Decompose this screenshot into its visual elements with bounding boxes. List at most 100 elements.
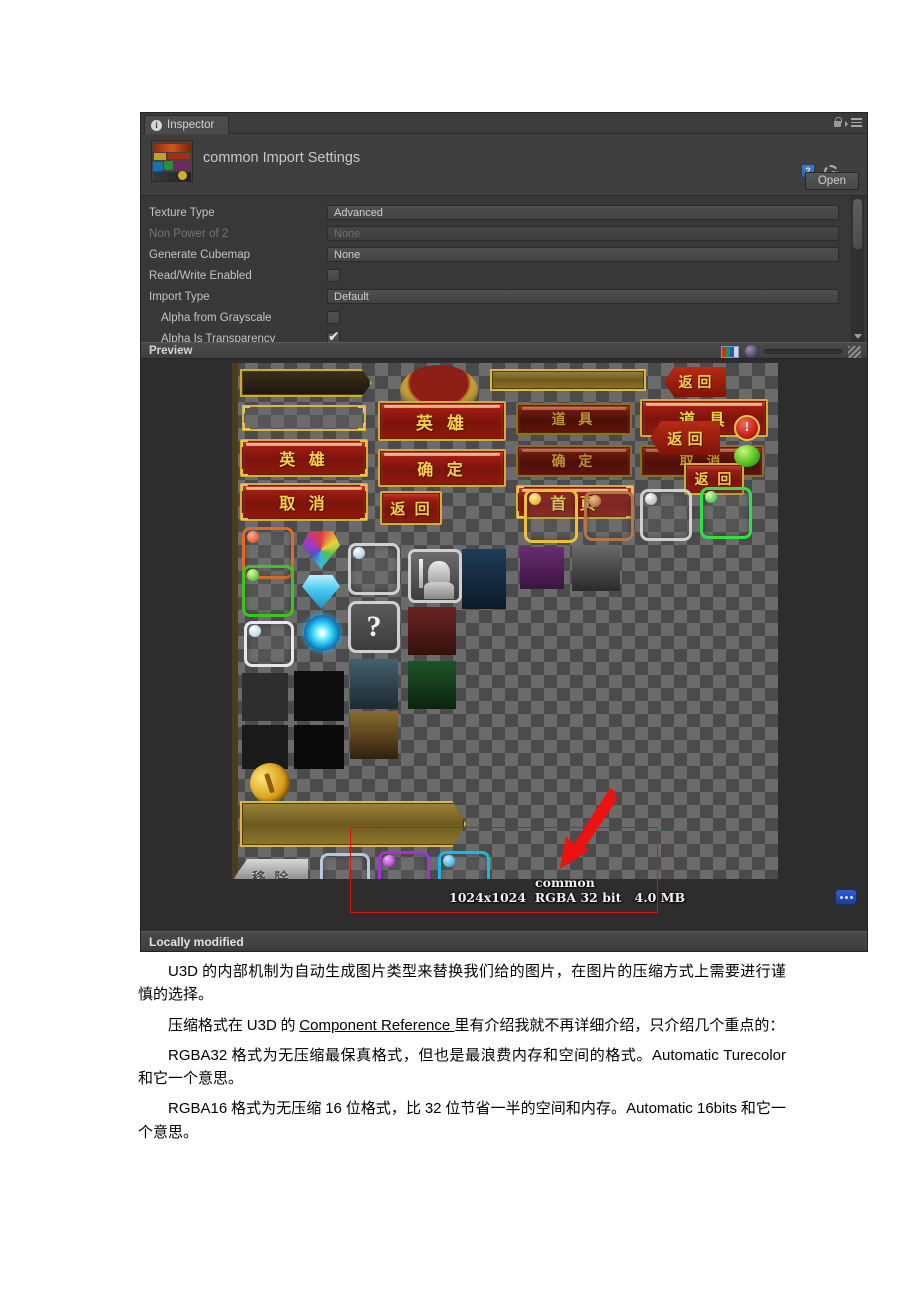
sprite-button-hero-large: 英 雄 — [378, 401, 506, 441]
status-text: Locally modified — [149, 934, 244, 949]
text-run: 和它一个意思。 — [138, 1071, 244, 1087]
more-options-button[interactable] — [835, 889, 857, 905]
sprite-green-orb-icon — [734, 445, 760, 467]
preview-canvas[interactable]: 返 回 英 雄 道 具 道 具 英 雄 确 定 确 定 取 消 取 消 返 回 … — [141, 359, 867, 939]
sprite-unknown-item-icon: ? — [348, 601, 400, 653]
tab-label: Inspector — [167, 119, 215, 131]
paragraph-4: RGBA16 格式为无压缩 16 位格式，比 32 位节省一半的空间和内存。Au… — [138, 1097, 786, 1145]
generate-cubemap-dropdown[interactable]: None — [327, 247, 839, 262]
sprite-label: 道 具 — [551, 412, 597, 428]
sprite-button-confirm-dim: 确 定 — [516, 445, 632, 477]
property-row-texture-type: Texture Type Advanced — [141, 202, 867, 223]
tab-strip: i Inspector — [141, 113, 867, 134]
paragraph-1: U3D 的内部机制为自动生成图片类型来替换我们给的图片，在图片的压缩方式上需要进… — [138, 960, 786, 1008]
properties-scrollbar[interactable] — [851, 196, 864, 342]
sprite-swatch-black-1 — [242, 673, 288, 721]
component-reference-link[interactable]: Component Reference — [299, 1017, 454, 1034]
tab-inspector[interactable]: i Inspector — [144, 115, 230, 134]
sprite-button-back-small: 返 回 — [380, 491, 442, 525]
scroll-down-arrow-icon[interactable] — [854, 334, 862, 339]
text-run: RGBA32 — [168, 1046, 228, 1064]
sprite-swatch-black-4 — [294, 725, 344, 769]
checkerboard-toggle-icon[interactable] — [848, 345, 861, 358]
sprite-label: 英 雄 — [279, 450, 329, 469]
sprite-gold-empty-frame — [242, 405, 366, 431]
texture-memory-size: 4.0 MB — [634, 889, 686, 905]
property-label: Alpha from Grayscale — [161, 311, 272, 324]
text-run: RGBA16 — [168, 1100, 228, 1118]
sprite-swatch-maroon — [408, 607, 456, 655]
property-label: Generate Cubemap — [149, 248, 251, 261]
preview-title: Preview — [149, 344, 193, 357]
rgba-channels-icon[interactable] — [721, 345, 739, 358]
asset-thumbnail — [151, 140, 193, 182]
texture-dimensions: 1024x1024 — [449, 889, 527, 905]
text-run: 16 — [325, 1100, 342, 1118]
sprite-long-gold-banner — [240, 801, 466, 847]
text-run: 32 — [424, 1100, 442, 1118]
sprite-rainbow-gem-icon — [302, 531, 340, 569]
non-power-of-2-dropdown[interactable]: None — [327, 226, 839, 241]
document-body: U3D 的内部机制为自动生成图片类型来替换我们给的图片，在图片的压缩方式上需要进… — [138, 960, 786, 1151]
atlas-left-gutter — [232, 363, 238, 907]
asset-header: common Import Settings ? Open — [141, 134, 867, 196]
text-run: 格式为无压缩最保真格式，但也是最浪费内存和空间的格式。 — [227, 1047, 653, 1064]
texture-info-overlay: common 1024x1024 RGBA 32 bit 4.0 MB — [449, 875, 686, 905]
asset-title: common Import Settings — [203, 150, 361, 166]
sprite-swatch-forest — [408, 661, 456, 709]
text-run: 压缩格式在 — [168, 1017, 247, 1034]
property-row-non-power-of-2: Non Power of 2 None — [141, 223, 867, 244]
sprite-button-confirm-large: 确 定 — [378, 449, 506, 487]
texture-format: RGBA 32 bit — [534, 889, 622, 905]
property-row-alpha-from-grayscale: Alpha from Grayscale — [141, 307, 867, 328]
text-run: 里有介绍我就不再详细介绍，只介绍几个重点的： — [454, 1017, 785, 1034]
sprite-slot-white — [244, 621, 294, 667]
text-run: 格式为无压缩 — [227, 1101, 326, 1118]
property-row-read-write-enabled: Read/Write Enabled — [141, 265, 867, 286]
inspector-window: i Inspector common Import Settings ? Ope… — [140, 112, 868, 952]
sprite-slot-green — [242, 565, 294, 617]
paragraph-3: RGBA32 格式为无压缩最保真格式，但也是最浪费内存和空间的格式。Automa… — [138, 1044, 786, 1092]
text-run: 位格式，比 — [341, 1101, 425, 1118]
text-run: Automatic 16bits — [626, 1100, 738, 1118]
property-label: Read/Write Enabled — [149, 269, 252, 282]
read-write-enabled-checkbox[interactable] — [327, 269, 340, 282]
sprite-back-tag-3: 返 回 — [650, 421, 720, 455]
texture-name: common — [535, 875, 595, 891]
text-run: 的内部机制为自动生成图片类型来替换我们给的图片，在图片的压缩方式上需要进行谨慎的… — [138, 964, 786, 1004]
text-run: 的 — [276, 1017, 300, 1034]
hamburger-menu-icon[interactable] — [845, 118, 862, 127]
paragraph-2: 压缩格式在 U3D 的 Component Reference 里有介绍我就不再… — [138, 1014, 786, 1038]
preview-header: Preview — [141, 342, 867, 359]
property-label: Texture Type — [149, 206, 215, 219]
sprite-label: 确 定 — [417, 460, 467, 479]
property-label: Non Power of 2 — [149, 227, 229, 240]
text-run: Automatic Turecolor — [652, 1046, 786, 1064]
sprite-swatch-black-2 — [294, 671, 344, 721]
mip-level-slider[interactable] — [764, 349, 842, 354]
texture-type-dropdown[interactable]: Advanced — [327, 205, 839, 220]
texture-atlas-image: 返 回 英 雄 道 具 道 具 英 雄 确 定 确 定 取 消 取 消 返 回 … — [232, 363, 778, 907]
info-icon: i — [151, 119, 162, 131]
sprite-knight-portrait-icon — [408, 549, 462, 603]
property-label: Import Type — [149, 290, 210, 303]
sprite-button-item-dim: 道 具 — [516, 403, 632, 435]
sprite-label: 返 回 — [694, 472, 734, 488]
properties-panel: Texture Type Advanced Non Power of 2 Non… — [141, 196, 867, 345]
sprite-swatch-steel — [350, 659, 398, 709]
sprite-label: 英 雄 — [416, 413, 468, 434]
sprite-swatch-purple — [520, 547, 564, 589]
property-row-generate-cubemap: Generate Cubemap None — [141, 244, 867, 265]
text-run: U3D — [246, 1016, 277, 1034]
lock-icon[interactable] — [833, 117, 842, 128]
sprite-slot-emerald — [700, 487, 752, 539]
alpha-from-grayscale-checkbox[interactable] — [327, 311, 340, 324]
material-sphere-icon[interactable] — [745, 345, 758, 358]
sprite-label: 确 定 — [551, 454, 597, 470]
sprite-swatch-charcoal — [572, 545, 620, 591]
sprite-button-hero-framed: 英 雄 — [240, 439, 368, 477]
open-button[interactable]: Open — [804, 172, 859, 190]
sprite-slot-bronze — [584, 491, 634, 541]
import-type-dropdown[interactable]: Default — [327, 289, 839, 304]
scrollbar-thumb[interactable] — [852, 198, 863, 250]
